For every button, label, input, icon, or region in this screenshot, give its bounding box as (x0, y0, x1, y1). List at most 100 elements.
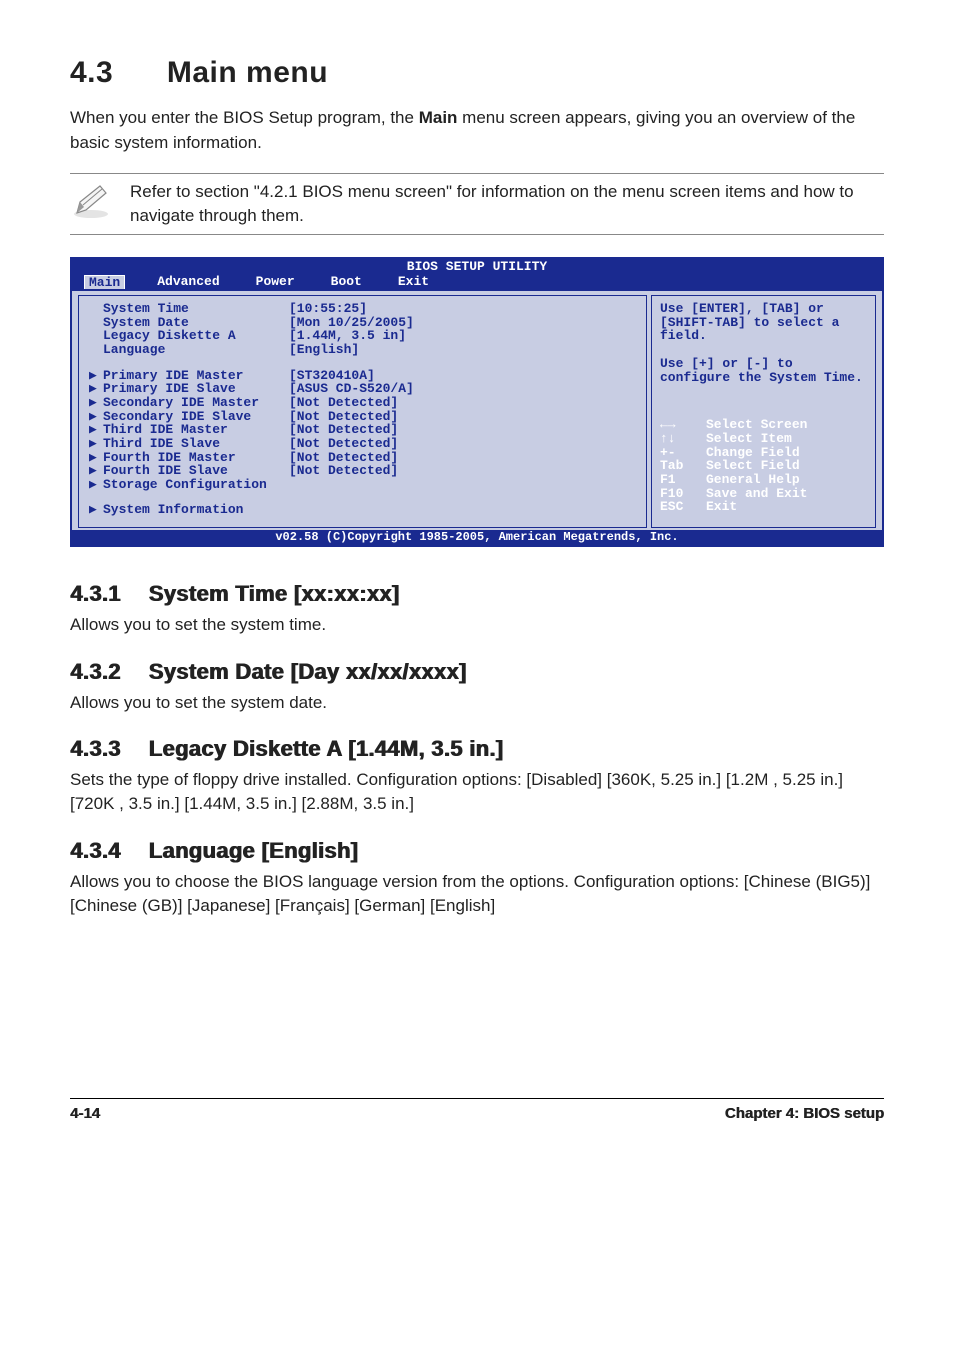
bios-row-label-text: Third IDE Master (103, 423, 228, 437)
bios-row-label-text: Storage Configuration (103, 478, 267, 492)
bios-tab-power[interactable]: Power (252, 275, 299, 290)
triangle-right-icon: ▶ (89, 382, 99, 396)
intro-paragraph: When you enter the BIOS Setup program, t… (70, 106, 884, 155)
sub-body-1: Allows you to set the system time. (70, 613, 884, 637)
bios-row-label-text: Secondary IDE Master (103, 396, 259, 410)
bios-row[interactable]: ▶ System Information (89, 503, 636, 517)
bios-keyhint: ←→Select Screen (660, 418, 867, 432)
bios-keyhint-key: ↑↓ (660, 432, 696, 446)
chapter-label: Chapter 4: BIOS setup (725, 1105, 884, 1122)
bios-row-label-text: Secondary IDE Slave (103, 410, 251, 424)
bios-row[interactable]: System Date[Mon 10/25/2005] (89, 316, 636, 330)
bios-keyhint-key: F1 (660, 473, 696, 487)
triangle-right-icon: ▶ (89, 503, 99, 517)
bios-keyhint-desc: Exit (706, 500, 737, 514)
bios-main-pane: System Time [10:55:25] System Date[Mon 10… (78, 295, 647, 528)
triangle-right-icon (89, 343, 99, 357)
bios-row-label: ▶ Third IDE Master (89, 423, 289, 437)
bios-help-line-2: Use [+] or [-] to configure the System T… (660, 357, 867, 384)
bios-keyhint: ESCExit (660, 500, 867, 514)
bios-row-label: System Date (89, 316, 289, 330)
subsection-heading-2: 4.3.2 System Date [Day xx/xx/xxxx] (70, 659, 884, 685)
bios-keyhint-desc: Save and Exit (706, 487, 807, 501)
triangle-right-icon: ▶ (89, 396, 99, 410)
bios-tab-advanced[interactable]: Advanced (153, 275, 223, 290)
bios-keyhint: F10Save and Exit (660, 487, 867, 501)
subnum: 4.3.2 (70, 659, 142, 685)
bios-row-value: [Not Detected] (289, 437, 636, 451)
bios-row-value: [English] (289, 343, 636, 357)
bios-row[interactable]: ▶Primary IDE Master[ST320410A] (89, 369, 636, 383)
bios-row-label: ▶Fourth IDE Master (89, 451, 289, 465)
bios-tab-boot[interactable]: Boot (327, 275, 366, 290)
bios-row[interactable]: ▶Storage Configuration (89, 478, 636, 492)
bios-row-value: [ASUS CD-S520/A] (289, 382, 636, 396)
intro-bold: Main (419, 108, 458, 127)
subnum: 4.3.1 (70, 581, 142, 607)
page-number: 4-14 (70, 1105, 100, 1122)
bios-row-label-text: System Time (103, 302, 189, 316)
bios-row-label-text: Legacy Diskette A (103, 329, 236, 343)
bios-row[interactable]: ▶Third IDE Master[Not Detected] (89, 423, 636, 437)
bios-panel: BIOS SETUP UTILITY Main Advanced Power B… (70, 257, 884, 547)
bios-row-label-text: Fourth IDE Slave (103, 464, 228, 478)
triangle-right-icon: ▶ (89, 464, 99, 478)
bios-keyhint-desc: Select Screen (706, 418, 807, 432)
triangle-right-icon: ▶ (89, 437, 99, 451)
triangle-right-icon: ▶ (89, 423, 99, 437)
subtitle: Language [English] (148, 838, 358, 863)
bios-row-label: ▶ System Information (89, 503, 289, 517)
subsection-heading-3: 4.3.3 Legacy Diskette A [1.44M, 3.5 in.] (70, 736, 884, 762)
bios-row-label-text: System Information (103, 503, 243, 517)
bios-row[interactable]: ▶ Secondary IDE Master [Not Detected] (89, 396, 636, 410)
sub-body-4: Allows you to choose the BIOS language v… (70, 870, 884, 918)
bios-row-value: [10:55:25] (289, 302, 636, 316)
bios-help-line-1: Use [ENTER], [TAB] or [SHIFT-TAB] to sel… (660, 302, 867, 343)
bios-row-value: [Not Detected] (289, 396, 636, 410)
bios-row-label: Language (89, 343, 289, 357)
bios-row[interactable]: ▶Secondary IDE Slave[Not Detected] (89, 410, 636, 424)
subtitle: System Time [xx:xx:xx] (148, 581, 399, 606)
bios-row-label: ▶ Fourth IDE Slave (89, 464, 289, 478)
bios-row-value (289, 503, 636, 517)
pencil-icon (70, 180, 112, 222)
bios-keyhint: ↑↓Select Item (660, 432, 867, 446)
triangle-right-icon (89, 302, 99, 316)
bios-row-label: ▶ Secondary IDE Master (89, 396, 289, 410)
bios-row-label: ▶Primary IDE Master (89, 369, 289, 383)
bios-row-label: ▶Storage Configuration (89, 478, 289, 492)
bios-keyhint-key: +- (660, 446, 696, 460)
bios-keyhint-key: Tab (660, 459, 696, 473)
bios-keyhint: F1General Help (660, 473, 867, 487)
bios-row-label-text: Language (103, 343, 165, 357)
bios-row-value: [Not Detected] (289, 451, 636, 465)
bios-row-label: ▶Third IDE Slave (89, 437, 289, 451)
bios-tabs: Main Advanced Power Boot Exit (72, 275, 882, 292)
bios-row[interactable]: System Time [10:55:25] (89, 302, 636, 316)
bios-row-label-text: System Date (103, 316, 189, 330)
subsection-heading-1: 4.3.1 System Time [xx:xx:xx] (70, 581, 884, 607)
bios-row[interactable]: ▶Primary IDE Slave[ASUS CD-S520/A] (89, 382, 636, 396)
subsection-heading-4: 4.3.4 Language [English] (70, 838, 884, 864)
bios-row[interactable]: ▶Fourth IDE Master[Not Detected] (89, 451, 636, 465)
bios-tab-exit[interactable]: Exit (394, 275, 433, 290)
subtitle: System Date [Day xx/xx/xxxx] (148, 659, 466, 684)
triangle-right-icon: ▶ (89, 369, 99, 383)
bios-row[interactable]: ▶Third IDE Slave[Not Detected] (89, 437, 636, 451)
note-text: Refer to section "4.2.1 BIOS menu screen… (130, 180, 884, 228)
bios-row[interactable]: Legacy Diskette A[1.44M, 3.5 in] (89, 329, 636, 343)
bios-row-label: ▶Primary IDE Slave (89, 382, 289, 396)
bios-copyright: v02.58 (C)Copyright 1985-2005, American … (72, 530, 882, 545)
bios-row-label: ▶Secondary IDE Slave (89, 410, 289, 424)
bios-tab-main[interactable]: Main (84, 275, 125, 290)
bios-keyhint-desc: Select Field (706, 459, 800, 473)
bios-row-value: [Not Detected] (289, 410, 636, 424)
triangle-right-icon: ▶ (89, 451, 99, 465)
bios-row-label: System Time (89, 302, 289, 316)
bios-keyhint: +-Change Field (660, 446, 867, 460)
bios-row-value: [ST320410A] (289, 369, 636, 383)
triangle-right-icon (89, 316, 99, 330)
subnum: 4.3.3 (70, 736, 142, 762)
bios-row[interactable]: Language [English] (89, 343, 636, 357)
bios-row[interactable]: ▶Fourth IDE Slave[Not Detected] (89, 464, 636, 478)
